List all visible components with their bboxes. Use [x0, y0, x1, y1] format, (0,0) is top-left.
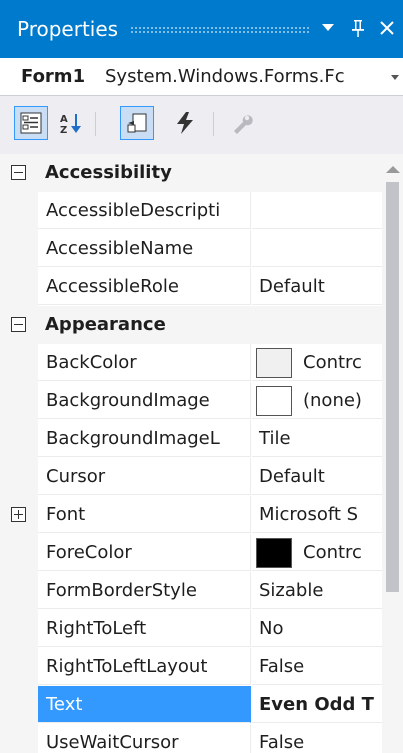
- drag-grip[interactable]: [130, 26, 310, 34]
- property-pages-wrench-icon: [234, 115, 253, 134]
- property-value[interactable]: Contrc: [252, 344, 382, 381]
- property-value[interactable]: Default: [252, 458, 382, 495]
- property-name[interactable]: AccessibleRole: [38, 268, 251, 305]
- properties-toolbar: A Z: [0, 96, 403, 154]
- property-value[interactable]: Even Odd T: [252, 686, 382, 723]
- property-row[interactable]: AccessibleRole Default: [0, 268, 382, 306]
- object-name: Form1: [21, 66, 86, 87]
- pin-icon: [352, 20, 364, 37]
- property-row[interactable]: AccessibleName: [0, 230, 382, 268]
- property-value-text: Contrc: [303, 352, 362, 373]
- triangle-down-icon: [322, 24, 334, 31]
- collapse-icon[interactable]: [11, 165, 26, 180]
- property-row[interactable]: Font Microsoft S: [0, 496, 382, 534]
- categorized-button[interactable]: [14, 106, 48, 140]
- property-row[interactable]: BackgroundImage (none): [0, 382, 382, 420]
- auto-hide-pin-button[interactable]: [346, 14, 370, 42]
- events-lightning-icon: [177, 112, 193, 134]
- property-value[interactable]: [252, 192, 382, 229]
- property-name[interactable]: BackgroundImageL: [38, 420, 251, 457]
- property-value[interactable]: No: [252, 610, 382, 647]
- property-row[interactable]: AccessibleDescripti: [0, 192, 382, 230]
- property-value[interactable]: Contrc: [252, 534, 382, 571]
- events-button[interactable]: [168, 106, 202, 140]
- expand-icon[interactable]: [11, 507, 26, 522]
- property-row[interactable]: BackgroundImageL Tile: [0, 420, 382, 458]
- property-name[interactable]: UseWaitCursor: [38, 724, 251, 753]
- alphabetical-button[interactable]: A Z: [54, 106, 88, 140]
- properties-button[interactable]: [120, 106, 154, 140]
- svg-text:Z: Z: [60, 125, 67, 135]
- image-preview-box: [256, 386, 292, 416]
- property-row[interactable]: BackColor Contrc: [0, 344, 382, 382]
- property-value[interactable]: False: [252, 724, 382, 753]
- property-name[interactable]: Text: [38, 686, 251, 723]
- property-name[interactable]: RightToLeftLayout: [38, 648, 251, 685]
- property-value[interactable]: Default: [252, 268, 382, 305]
- property-row[interactable]: ForeColor Contrc: [0, 534, 382, 572]
- toolbar-separator: [213, 112, 214, 136]
- property-row[interactable]: Cursor Default: [0, 458, 382, 496]
- close-button[interactable]: [375, 14, 399, 42]
- object-selector-dropdown[interactable]: Form1 System.Windows.Forms.Fc: [0, 58, 403, 96]
- property-name[interactable]: Font: [38, 496, 251, 533]
- panel-title: Properties: [17, 17, 119, 41]
- svg-text:A: A: [60, 114, 68, 125]
- property-value[interactable]: Microsoft S: [252, 496, 382, 533]
- category-label: Accessibility: [45, 162, 172, 183]
- color-swatch: [256, 538, 292, 568]
- color-swatch: [256, 348, 292, 378]
- property-name[interactable]: BackColor: [38, 344, 251, 381]
- chevron-down-icon: [391, 75, 399, 80]
- object-type: System.Windows.Forms.Fc: [105, 66, 345, 87]
- property-row[interactable]: FormBorderStyle Sizable: [0, 572, 382, 610]
- property-value-text: Contrc: [303, 542, 362, 563]
- close-icon: [380, 21, 394, 35]
- window-position-dropdown-button[interactable]: [316, 14, 340, 42]
- property-value[interactable]: (none): [252, 382, 382, 419]
- vertical-scrollbar[interactable]: [382, 154, 403, 753]
- category-label: Appearance: [45, 314, 166, 335]
- property-name[interactable]: AccessibleDescripti: [38, 192, 251, 229]
- alphabetical-icon: A Z: [60, 114, 81, 135]
- collapse-icon[interactable]: [11, 317, 26, 332]
- property-value[interactable]: False: [252, 648, 382, 685]
- property-row[interactable]: UseWaitCursor False: [0, 724, 382, 753]
- property-value[interactable]: [252, 230, 382, 267]
- property-name[interactable]: BackgroundImage: [38, 382, 251, 419]
- property-name[interactable]: FormBorderStyle: [38, 572, 251, 609]
- property-row[interactable]: RightToLeft No: [0, 610, 382, 648]
- property-name[interactable]: AccessibleName: [38, 230, 251, 267]
- property-grid: Accessibility AccessibleDescripti Access…: [0, 154, 382, 753]
- property-row[interactable]: RightToLeftLayout False: [0, 648, 382, 686]
- property-value[interactable]: Sizable: [252, 572, 382, 609]
- property-name[interactable]: ForeColor: [38, 534, 251, 571]
- property-value-text: (none): [303, 390, 362, 411]
- property-value[interactable]: Tile: [252, 420, 382, 457]
- property-row-selected[interactable]: Text Even Odd T: [0, 686, 382, 724]
- toolbar-separator: [95, 112, 96, 136]
- categorized-icon: [20, 112, 42, 134]
- properties-title-bar: Properties: [0, 0, 403, 58]
- category-appearance[interactable]: Appearance: [0, 306, 382, 344]
- property-name[interactable]: Cursor: [38, 458, 251, 495]
- property-name[interactable]: RightToLeft: [38, 610, 251, 647]
- property-pages-button: [225, 106, 259, 140]
- scroll-up-icon[interactable]: [386, 166, 400, 173]
- scroll-thumb[interactable]: [386, 182, 399, 592]
- category-accessibility[interactable]: Accessibility: [0, 154, 382, 192]
- properties-icon: [127, 113, 147, 133]
